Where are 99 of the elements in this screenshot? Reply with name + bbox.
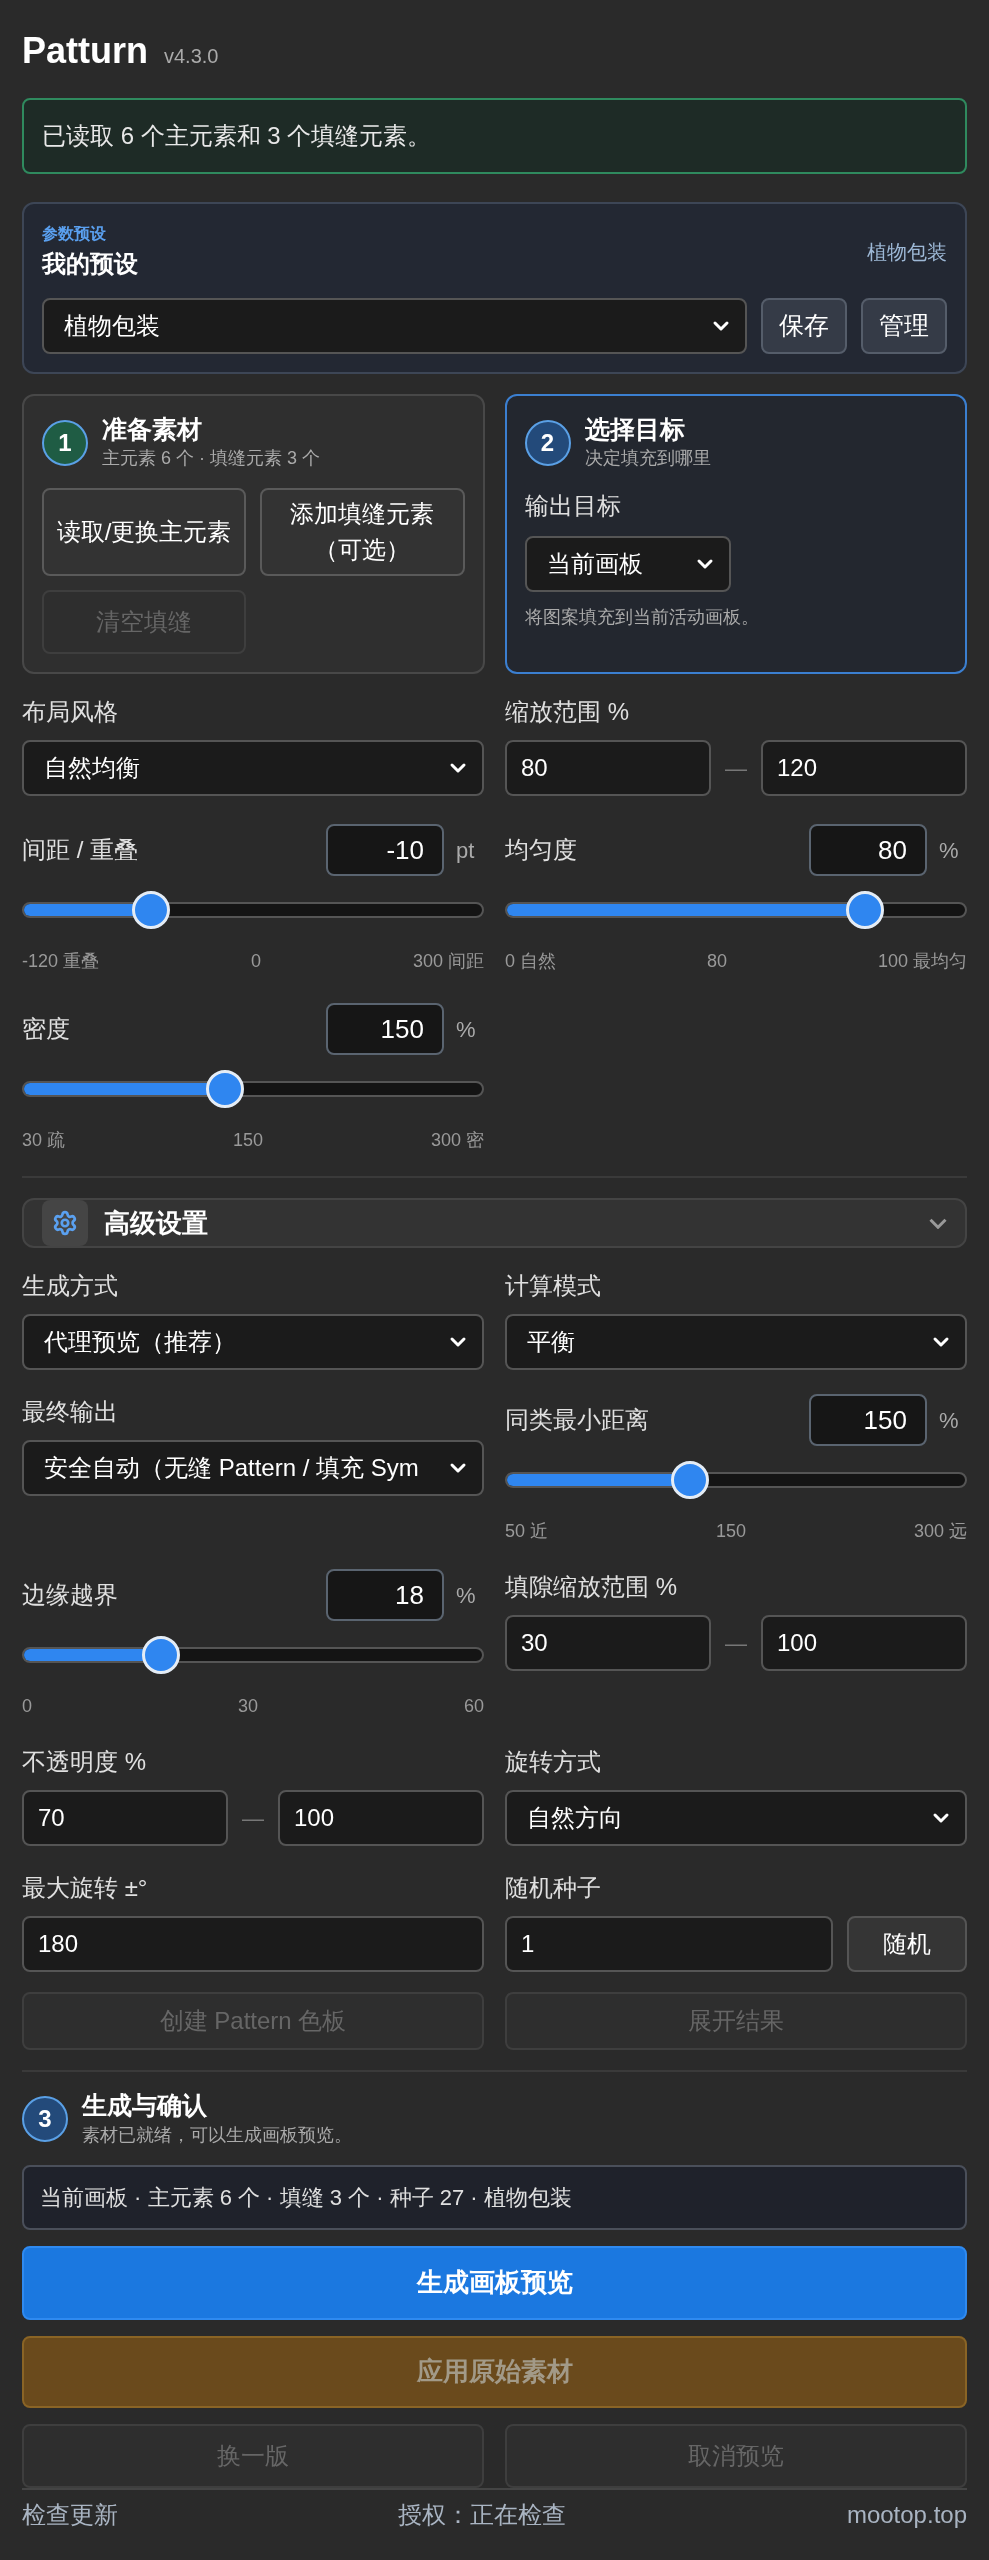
field-label: 布局风格 bbox=[22, 697, 119, 728]
license-status: 授权：正在检查 bbox=[398, 2499, 567, 2530]
range-separator: — bbox=[242, 1804, 264, 1833]
field-label: 生成方式 bbox=[22, 1271, 119, 1302]
dropdown[interactable]: 平衡 bbox=[505, 1314, 967, 1371]
step-title: 准备素材 bbox=[102, 414, 203, 445]
input-field[interactable]: 1 bbox=[505, 1916, 833, 1973]
field-label: 计算模式 bbox=[505, 1271, 602, 1302]
slider-thumb[interactable] bbox=[141, 1636, 180, 1675]
step-subtitle: 素材已就绪，可以生成画板预览。 bbox=[82, 2123, 352, 2147]
number-field[interactable]: 80 bbox=[809, 824, 927, 877]
range-separator: — bbox=[725, 1629, 747, 1658]
slider[interactable] bbox=[22, 1635, 484, 1676]
slider[interactable] bbox=[22, 890, 484, 931]
unit-label: % bbox=[939, 1406, 960, 1435]
field-label: 间距 / 重叠 bbox=[22, 835, 138, 866]
gear-icon bbox=[42, 1200, 88, 1247]
tick-label: 0 自然 bbox=[505, 950, 556, 974]
slider-thumb[interactable] bbox=[206, 1070, 245, 1109]
field-label: 边缘越界 bbox=[22, 1580, 118, 1611]
number-field[interactable]: 150 bbox=[809, 1394, 927, 1447]
version-label: v4.3.0 bbox=[164, 44, 219, 69]
tick-label: 0 bbox=[22, 1695, 32, 1719]
slider[interactable] bbox=[505, 890, 967, 931]
status-message: 已读取 6 个主元素和 3 个填缝元素。 bbox=[22, 98, 967, 174]
dropdown[interactable]: 自然方向 bbox=[505, 1790, 967, 1847]
number-field[interactable]: 150 bbox=[326, 1003, 444, 1056]
slider-thumb[interactable] bbox=[132, 891, 171, 930]
field-label: 填隙缩放范围 % bbox=[505, 1572, 678, 1603]
field-label: 随机种子 bbox=[505, 1873, 602, 1904]
dropdown[interactable]: 代理预览（推荐） bbox=[22, 1314, 484, 1371]
preset-title: 我的预设 bbox=[42, 249, 138, 279]
field-label: 输出目标 bbox=[524, 491, 622, 522]
dropdown[interactable]: 当前画板 bbox=[524, 536, 731, 593]
tick-label: 50 近 bbox=[505, 1520, 549, 1544]
website-link[interactable]: mootop.top bbox=[846, 2496, 967, 2533]
tick-label: 150 bbox=[232, 1129, 263, 1153]
tick-label: 300 远 bbox=[913, 1520, 967, 1544]
field-label: 最终输出 bbox=[22, 1397, 119, 1428]
field-label: 最大旋转 ±° bbox=[22, 1873, 149, 1904]
input-field[interactable]: 70 bbox=[22, 1790, 228, 1847]
summary-text: 当前画板 · 主元素 6 个 · 填缝 3 个 · 种子 27 · 植物包装 bbox=[22, 2164, 967, 2230]
dropdown[interactable]: 自然均衡 bbox=[22, 740, 484, 797]
dropdown[interactable]: 安全自动（无缝 Pattern / 填充 Sym bbox=[22, 1440, 484, 1497]
input-field[interactable]: 120 bbox=[761, 740, 967, 797]
tick-label: 300 间距 bbox=[412, 950, 484, 974]
step-number: 3 bbox=[22, 2096, 68, 2143]
input-field[interactable]: 180 bbox=[22, 1916, 484, 1973]
field-label: 密度 bbox=[22, 1014, 70, 1045]
tick-label: 300 密 bbox=[430, 1129, 484, 1153]
unit-label: % bbox=[456, 1581, 477, 1610]
input-field[interactable]: 100 bbox=[278, 1790, 484, 1847]
field-label: 同类最小距离 bbox=[505, 1405, 649, 1436]
slider-thumb[interactable] bbox=[670, 1461, 709, 1500]
action-button[interactable]: 添加填缝元素（可选） bbox=[260, 488, 465, 577]
slider[interactable] bbox=[505, 1460, 967, 1501]
preset-eyebrow: 参数预设 bbox=[42, 224, 107, 244]
step-number: 1 bbox=[42, 420, 88, 467]
generate-preview-button[interactable]: 生成画板预览 bbox=[22, 2245, 967, 2320]
unit-label: pt bbox=[456, 836, 476, 865]
field-label: 不透明度 % bbox=[22, 1747, 147, 1778]
field-label: 旋转方式 bbox=[505, 1747, 602, 1778]
section-title: 高级设置 bbox=[104, 1206, 208, 1240]
unit-label: % bbox=[939, 836, 960, 865]
step-subtitle: 决定填充到哪里 bbox=[584, 447, 711, 471]
range-separator: — bbox=[725, 754, 747, 783]
field-label: 缩放范围 % bbox=[505, 697, 630, 728]
input-field[interactable]: 80 bbox=[505, 740, 711, 797]
check-update-link[interactable]: 检查更新 bbox=[22, 2496, 118, 2533]
tick-label: 0 bbox=[251, 950, 261, 974]
random-button[interactable]: 随机 bbox=[847, 1916, 967, 1973]
hint-text: 将图案填充到当前活动画板。 bbox=[524, 606, 760, 630]
tick-label: 80 bbox=[706, 950, 727, 974]
step-subtitle: 主元素 6 个 · 填缝元素 3 个 bbox=[102, 447, 321, 471]
tick-label: 60 bbox=[463, 1695, 484, 1719]
number-field[interactable]: -10 bbox=[326, 824, 444, 877]
dropdown[interactable]: 植物包装 bbox=[42, 298, 747, 354]
step-number: 2 bbox=[524, 420, 571, 467]
step-title: 选择目标 bbox=[584, 414, 686, 445]
slider-thumb[interactable] bbox=[846, 891, 885, 930]
tick-label: 100 最均匀 bbox=[877, 950, 967, 974]
tick-label: 150 bbox=[715, 1520, 746, 1544]
tick-label: -120 重叠 bbox=[22, 950, 100, 974]
slider[interactable] bbox=[22, 1069, 484, 1110]
tick-label: 30 疏 bbox=[22, 1129, 66, 1153]
step-title: 生成与确认 bbox=[82, 2090, 208, 2122]
tick-label: 30 bbox=[237, 1695, 258, 1719]
app-title: Patturn bbox=[22, 29, 148, 73]
unit-label: % bbox=[456, 1015, 477, 1044]
current-preset-name: 植物包装 bbox=[867, 240, 947, 265]
input-field[interactable]: 100 bbox=[761, 1615, 967, 1672]
preset-button[interactable]: 保存 bbox=[761, 298, 847, 354]
preset-button[interactable]: 管理 bbox=[861, 298, 947, 354]
number-field[interactable]: 18 bbox=[326, 1569, 444, 1622]
field-label: 均匀度 bbox=[505, 835, 577, 866]
input-field[interactable]: 30 bbox=[505, 1615, 711, 1672]
advanced-settings-header[interactable]: 高级设置 bbox=[22, 1198, 967, 1249]
action-button[interactable]: 读取/更换主元素 bbox=[42, 488, 247, 577]
chevron-icon bbox=[929, 1217, 947, 1229]
